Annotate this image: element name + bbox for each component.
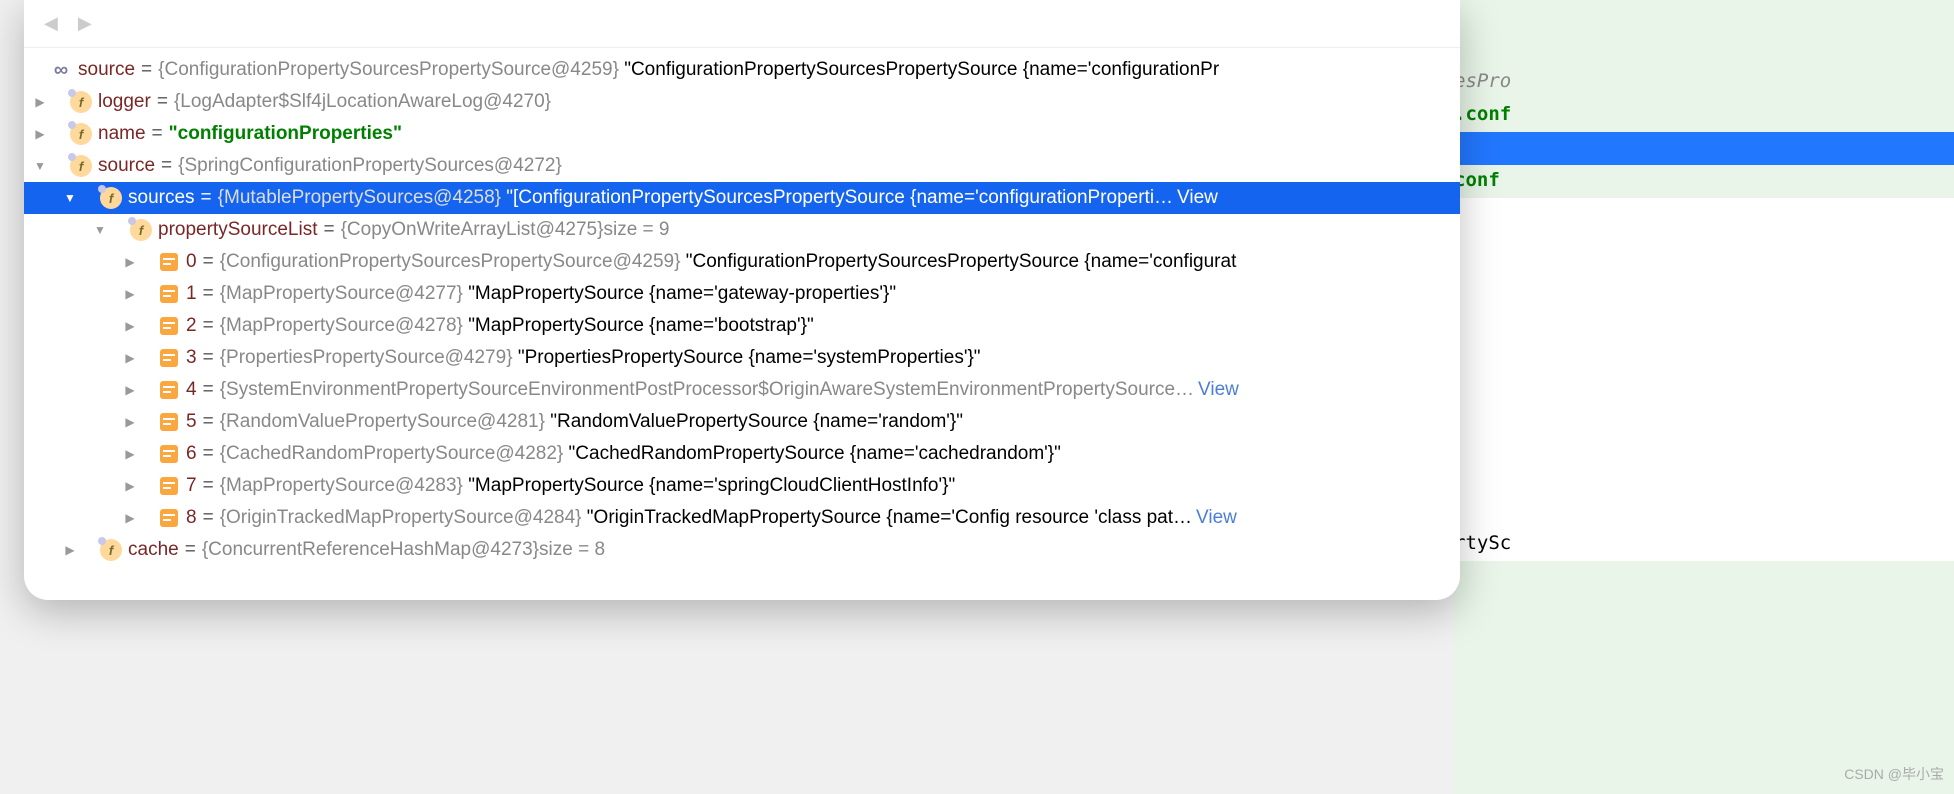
view-link[interactable]: View bbox=[1177, 187, 1218, 209]
field-icon: f bbox=[130, 219, 152, 241]
expand-icon[interactable]: ▶ bbox=[122, 287, 138, 301]
expand-icon[interactable]: ▶ bbox=[122, 415, 138, 429]
list-item[interactable]: ▶1={MapPropertySource@4277} "MapProperty… bbox=[24, 278, 1460, 310]
field-icon: f bbox=[70, 123, 92, 145]
expand-icon[interactable]: ▶ bbox=[62, 543, 78, 557]
watch-icon: ∞ bbox=[50, 59, 72, 81]
element-icon bbox=[160, 253, 178, 271]
list-item[interactable]: ▶4={SystemEnvironmentPropertySourceEnvir… bbox=[24, 374, 1460, 406]
element-icon bbox=[160, 509, 178, 527]
back-button[interactable]: ◀ bbox=[44, 13, 58, 34]
collapse-icon[interactable]: ▼ bbox=[92, 223, 108, 237]
expand-icon[interactable]: ▶ bbox=[122, 479, 138, 493]
field-icon: f bbox=[100, 539, 122, 561]
list-item[interactable]: ▶7={MapPropertySource@4283} "MapProperty… bbox=[24, 470, 1460, 502]
field-icon: f bbox=[100, 187, 122, 209]
tree-row-source-top[interactable]: ∞ source= {ConfigurationPropertySourcesP… bbox=[24, 54, 1460, 86]
debugger-variables-panel: ◀ ▶ ∞ source= {ConfigurationPropertySour… bbox=[24, 0, 1460, 600]
forward-button[interactable]: ▶ bbox=[78, 13, 92, 34]
view-link[interactable]: View bbox=[1198, 379, 1239, 401]
tree-row-source[interactable]: ▼ f source= {SpringConfigurationProperty… bbox=[24, 150, 1460, 182]
tree-row-cache[interactable]: ▶ f cache= {ConcurrentReferenceHashMap@4… bbox=[24, 534, 1460, 566]
view-link[interactable]: View bbox=[1196, 507, 1237, 529]
collapse-icon[interactable]: ▼ bbox=[62, 191, 78, 205]
expand-icon[interactable]: ▶ bbox=[122, 255, 138, 269]
expand-icon[interactable]: ▶ bbox=[122, 319, 138, 333]
collapse-icon[interactable]: ▼ bbox=[32, 159, 48, 173]
tree-row-propertysourcelist[interactable]: ▼ f propertySourceList= {CopyOnWriteArra… bbox=[24, 214, 1460, 246]
expand-icon[interactable]: ▶ bbox=[32, 95, 48, 109]
list-item[interactable]: ▶5={RandomValuePropertySource@4281} "Ran… bbox=[24, 406, 1460, 438]
expand-icon[interactable]: ▶ bbox=[122, 447, 138, 461]
list-item[interactable]: ▶2={MapPropertySource@4278} "MapProperty… bbox=[24, 310, 1460, 342]
expand-icon[interactable]: ▶ bbox=[32, 127, 48, 141]
field-icon: f bbox=[70, 155, 92, 177]
element-icon bbox=[160, 349, 178, 367]
element-icon bbox=[160, 477, 178, 495]
list-item[interactable]: ▶0={ConfigurationPropertySourcesProperty… bbox=[24, 246, 1460, 278]
expand-icon[interactable]: ▶ bbox=[122, 351, 138, 365]
watermark: CSDN @毕小宝 bbox=[1844, 764, 1944, 784]
element-icon bbox=[160, 445, 178, 463]
element-icon bbox=[160, 317, 178, 335]
toolbar: ◀ ▶ bbox=[24, 0, 1460, 48]
expand-icon[interactable]: ▶ bbox=[122, 511, 138, 525]
element-icon bbox=[160, 413, 178, 431]
variables-tree: ∞ source= {ConfigurationPropertySourcesP… bbox=[24, 48, 1460, 572]
tree-row-sources[interactable]: ▼ f sources= {MutablePropertySources@425… bbox=[24, 182, 1460, 214]
element-icon bbox=[160, 381, 178, 399]
editor-background: esPro .conf conf rtySc bbox=[1454, 0, 1954, 794]
list-item[interactable]: ▶6={CachedRandomPropertySource@4282} "Ca… bbox=[24, 438, 1460, 470]
expand-icon[interactable]: ▶ bbox=[122, 383, 138, 397]
field-icon: f bbox=[70, 91, 92, 113]
element-icon bbox=[160, 285, 178, 303]
list-item[interactable]: ▶8={OriginTrackedMapPropertySource@4284}… bbox=[24, 502, 1460, 534]
tree-row-logger[interactable]: ▶ f logger= {LogAdapter$Slf4jLocationAwa… bbox=[24, 86, 1460, 118]
list-item[interactable]: ▶3={PropertiesPropertySource@4279} "Prop… bbox=[24, 342, 1460, 374]
tree-row-name[interactable]: ▶ f name= "configurationProperties" bbox=[24, 118, 1460, 150]
